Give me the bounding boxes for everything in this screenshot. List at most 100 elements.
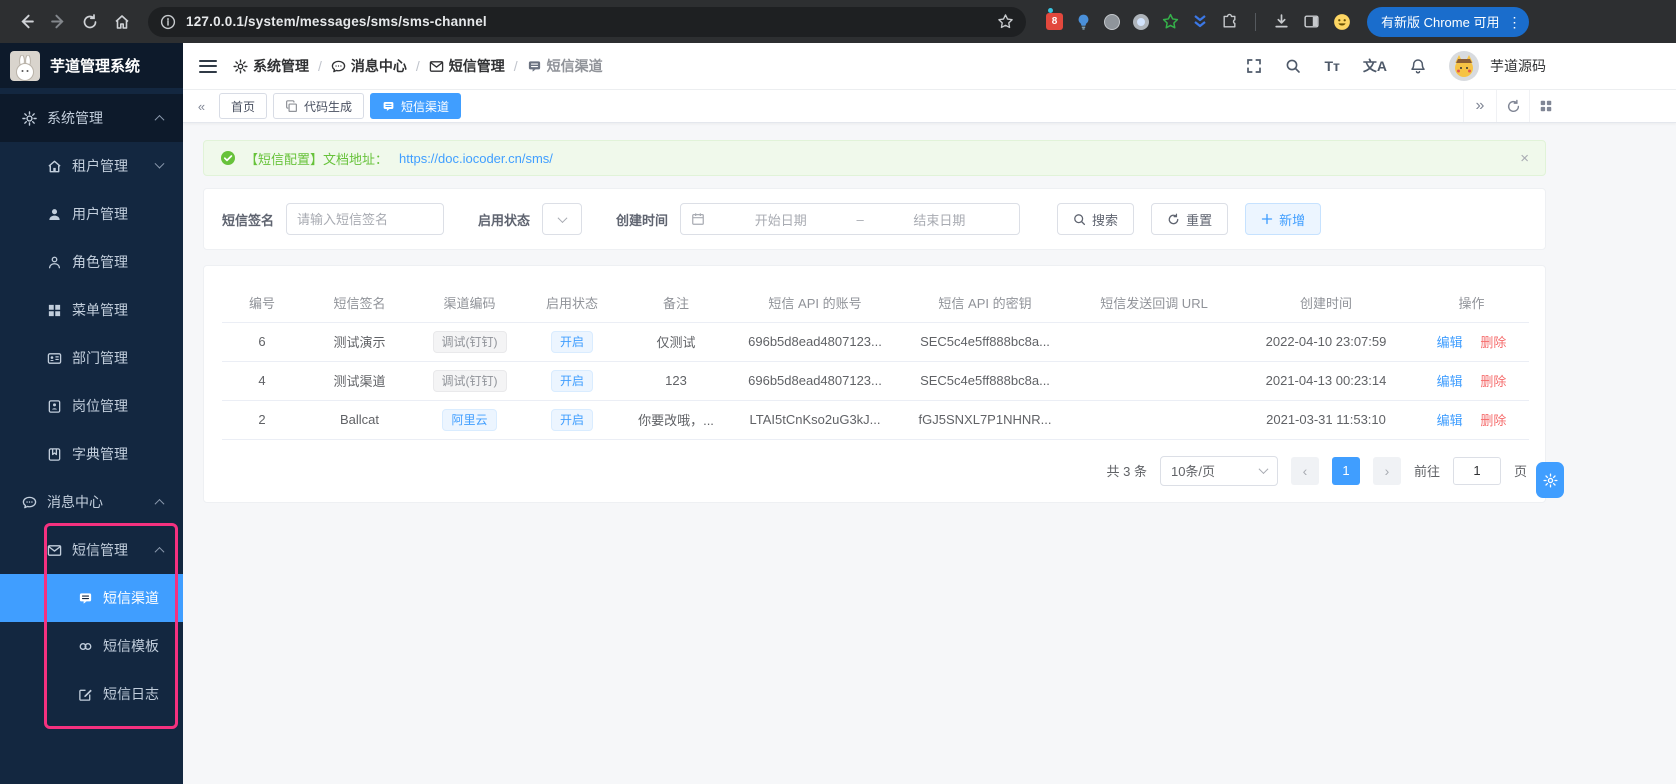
delete-link[interactable]: 删除 xyxy=(1480,335,1506,350)
badge-icon xyxy=(48,399,61,413)
close-icon[interactable]: × xyxy=(1520,151,1529,166)
search-icon[interactable] xyxy=(1285,58,1301,74)
sidebar-item-sms-channel[interactable]: 短信渠道 xyxy=(0,574,183,622)
extension-ring-icon[interactable] xyxy=(1133,13,1149,30)
extension-badge-icon[interactable]: 8 xyxy=(1046,8,1063,30)
next-page-button[interactable]: › xyxy=(1372,456,1401,485)
browser-menu-icon[interactable]: ⋮ xyxy=(1507,15,1521,29)
downloads-icon[interactable] xyxy=(1273,13,1290,30)
table-row: 4 测试渠道 调试(钉钉) 开启 123 696b5d8ead4807123..… xyxy=(222,361,1529,401)
sidebar-item-sms-log[interactable]: 短信日志 xyxy=(0,670,183,718)
reset-button[interactable]: 重置 xyxy=(1151,203,1229,235)
tab-home[interactable]: 首页 xyxy=(219,93,268,119)
breadcrumb-item-system[interactable]: 系统管理 xyxy=(233,56,309,76)
total-count: 共 3 条 xyxy=(1106,464,1147,479)
extension-chevrons-icon[interactable] xyxy=(1192,14,1208,29)
forward-icon[interactable] xyxy=(42,6,74,38)
tab-bar-tools: » xyxy=(1463,90,1562,122)
mail-icon xyxy=(47,544,62,556)
breadcrumb-item-message-center[interactable]: 消息中心 xyxy=(331,56,407,76)
sidebar-item-tenant-management[interactable]: 租户管理 xyxy=(0,142,183,190)
tabs-scroll-left-icon[interactable]: « xyxy=(183,90,219,122)
sidebar-item-menu-management[interactable]: 菜单管理 xyxy=(0,286,183,334)
notification-bell-icon[interactable] xyxy=(1410,58,1426,75)
sidebar-item-post-management[interactable]: 岗位管理 xyxy=(0,382,183,430)
sidebar-item-label: 岗位管理 xyxy=(72,398,128,414)
address-bar[interactable]: 127.0.0.1/system/messages/sms/sms-channe… xyxy=(148,6,1026,37)
sidebar-item-message-center[interactable]: 消息中心 xyxy=(0,478,183,526)
edit-link[interactable]: 编辑 xyxy=(1437,335,1463,350)
language-icon[interactable]: 文A xyxy=(1363,56,1387,76)
layout-grid-icon[interactable] xyxy=(1529,90,1562,122)
tabs-scroll-right-icon[interactable]: » xyxy=(1463,90,1496,122)
sidebar-item-user-management[interactable]: 用户管理 xyxy=(0,190,183,238)
prev-page-button[interactable]: ‹ xyxy=(1290,456,1319,485)
reload-icon[interactable] xyxy=(74,6,106,38)
delete-link[interactable]: 删除 xyxy=(1480,374,1506,389)
plus-icon xyxy=(1261,213,1273,225)
site-info-icon[interactable] xyxy=(160,14,176,30)
fullscreen-icon[interactable] xyxy=(1246,58,1262,74)
sidebar-item-system-management[interactable]: 系统管理 xyxy=(0,94,183,142)
sidebar-item-label: 租户管理 xyxy=(72,158,128,174)
doc-link[interactable]: https://doc.iocoder.cn/sms/ xyxy=(399,151,553,166)
sidebar-item-role-management[interactable]: 角色管理 xyxy=(0,238,183,286)
add-button[interactable]: 新增 xyxy=(1245,203,1322,235)
user-avatar[interactable] xyxy=(1449,51,1479,81)
sidebar-item-sms-management[interactable]: 短信管理 xyxy=(0,526,183,574)
edit-link[interactable]: 编辑 xyxy=(1437,374,1463,389)
channel-code-tag: 阿里云 xyxy=(442,408,497,431)
refresh-tab-icon[interactable] xyxy=(1496,90,1529,122)
extension-star-icon[interactable] xyxy=(1162,13,1179,30)
signature-input[interactable] xyxy=(286,203,445,235)
bookmark-star-icon[interactable] xyxy=(997,13,1014,30)
page-content: 【短信配置】文档地址： https://doc.iocoder.cn/sms/ … xyxy=(183,123,1676,784)
page-number-current[interactable]: 1 xyxy=(1331,456,1360,485)
date-range-picker[interactable]: 开始日期 – 结束日期 xyxy=(680,203,1021,235)
channel-code-tag: 调试(钉钉) xyxy=(432,330,507,353)
search-button[interactable]: 搜索 xyxy=(1057,203,1135,235)
font-size-icon[interactable]: Tт xyxy=(1324,58,1339,74)
extensions-puzzle-icon[interactable] xyxy=(1221,13,1238,30)
sidebar-item-dict-management[interactable]: 字典管理 xyxy=(0,430,183,478)
sidebar-item-sms-template[interactable]: 短信模板 xyxy=(0,622,183,670)
back-icon[interactable] xyxy=(10,6,42,38)
chrome-update-button[interactable]: 有新版 Chrome 可用 ⋮ xyxy=(1367,6,1530,37)
page-size-value: 10条/页 xyxy=(1170,464,1216,479)
page-size-select[interactable]: 10条/页 xyxy=(1159,455,1278,486)
table-row: 6 测试演示 调试(钉钉) 开启 仅测试 696b5d8ead4807123..… xyxy=(222,322,1529,362)
sidebar-item-department-management[interactable]: 部门管理 xyxy=(0,334,183,382)
sms-channel-table-card: 编号 短信签名 渠道编码 启用状态 备注 短信 API 的账号 短信 API 的… xyxy=(203,265,1546,503)
app-logo[interactable]: 芋道管理系统 xyxy=(0,43,183,88)
column-header: 备注 xyxy=(622,284,730,323)
tab-code-generation[interactable]: 代码生成 xyxy=(273,93,365,119)
breadcrumb-separator: / xyxy=(318,58,322,74)
username[interactable]: 芋道源码 xyxy=(1490,56,1546,76)
cell-remark: 你要改哦，... xyxy=(622,400,730,440)
cell-api-account: 696b5d8ead4807123... xyxy=(730,322,900,362)
cell-created: 2021-03-31 11:53:10 xyxy=(1238,400,1414,440)
hamburger-icon[interactable] xyxy=(199,59,217,73)
home-icon[interactable] xyxy=(106,6,138,38)
cell-api-secret: fGJ5SNXL7P1NHNR... xyxy=(900,400,1070,440)
extension-lamp-icon[interactable] xyxy=(1076,13,1091,30)
extension-sphere-icon[interactable] xyxy=(1104,13,1120,30)
table-row: 2 Ballcat 阿里云 开启 你要改哦，... LTAI5tCnKso2uG… xyxy=(222,400,1529,440)
breadcrumb-separator: / xyxy=(415,58,420,74)
link-icon xyxy=(79,642,92,650)
side-panel-icon[interactable] xyxy=(1303,13,1320,30)
channel-code-tag: 调试(钉钉) xyxy=(432,369,507,392)
breadcrumb-item-sms-management[interactable]: 短信管理 xyxy=(429,56,505,76)
goto-page-input[interactable] xyxy=(1452,456,1501,485)
cell-id: 4 xyxy=(222,361,302,401)
sidebar-item-label: 部门管理 xyxy=(72,350,128,366)
status-select[interactable] xyxy=(542,203,583,235)
tab-label: 代码生成 xyxy=(304,99,353,114)
edit-link[interactable]: 编辑 xyxy=(1437,413,1463,428)
settings-drawer-button[interactable] xyxy=(1536,462,1564,498)
gear-icon xyxy=(22,110,37,126)
tab-sms-channel[interactable]: 短信渠道 xyxy=(370,93,462,119)
delete-link[interactable]: 删除 xyxy=(1480,413,1506,428)
cell-created: 2021-04-13 00:23:14 xyxy=(1238,361,1414,401)
emoji-profile-icon[interactable] xyxy=(1333,13,1351,31)
